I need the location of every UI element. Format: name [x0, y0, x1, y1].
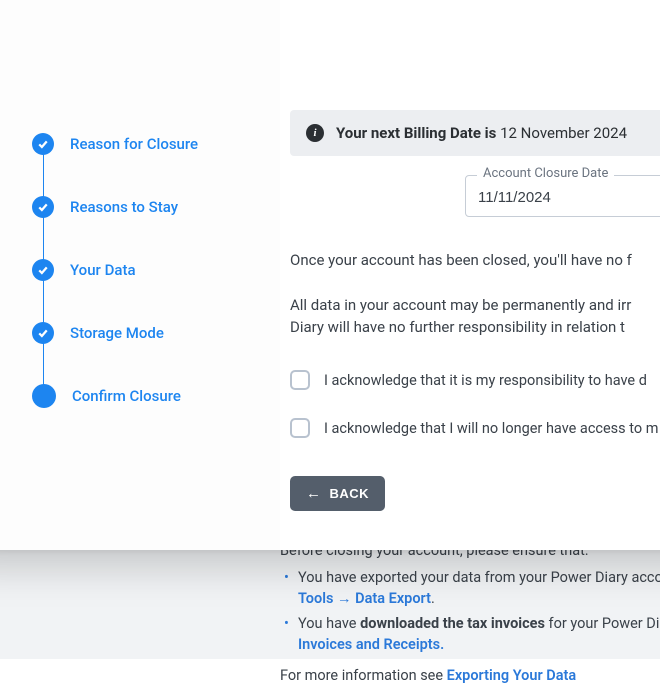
- check-icon: [32, 259, 54, 281]
- step-label: Confirm Closure: [72, 387, 181, 405]
- step-label: Your Data: [70, 261, 136, 279]
- banner-text: Your next Billing Date is 12 November 20…: [336, 124, 627, 142]
- ack-no-access-row: I acknowledge that I will no longer have…: [290, 418, 658, 438]
- confirm-panel: Confirm Please confirm your a i Your nex…: [280, 0, 660, 550]
- step-storage-mode[interactable]: Storage Mode: [32, 301, 280, 364]
- ack-responsibility-label: I acknowledge that it is my responsibili…: [324, 372, 647, 389]
- info-icon: i: [306, 124, 324, 142]
- step-reason-for-closure[interactable]: Reason for Closure: [32, 112, 280, 175]
- step-label: Reasons to Stay: [70, 198, 178, 216]
- page-subtitle: Please confirm your a: [490, 56, 660, 74]
- bg-link-data-export[interactable]: Tools → Data Export: [298, 590, 431, 607]
- ack-no-access-label: I acknowledge that I will no longer have…: [324, 420, 658, 437]
- check-icon: [32, 196, 54, 218]
- background-help-text: Before closing your account, please ensu…: [280, 540, 660, 686]
- bg-more-info: For more information see Exporting Your …: [280, 665, 660, 686]
- back-button-label: BACK: [330, 486, 370, 501]
- bg-bullet-1-text: You have exported your data from your Po…: [298, 569, 660, 586]
- ack-no-access-checkbox[interactable]: [290, 418, 310, 438]
- page-title: Confirm: [540, 15, 660, 43]
- close-account-modal: Reason for Closure Reasons to Stay Your …: [0, 0, 660, 550]
- current-step-icon: [32, 384, 56, 408]
- step-reasons-to-stay[interactable]: Reasons to Stay: [32, 175, 280, 238]
- closure-date-label: Account Closure Date: [477, 166, 614, 181]
- check-icon: [32, 133, 54, 155]
- closure-date-input[interactable]: [478, 189, 660, 206]
- step-your-data[interactable]: Your Data: [32, 238, 280, 301]
- bg-link-invoices[interactable]: Invoices and Receipts.: [298, 636, 444, 653]
- bg-bullet-1: You have exported your data from your Po…: [298, 567, 660, 609]
- billing-info-banner: i Your next Billing Date is 12 November …: [290, 110, 660, 156]
- step-confirm-closure[interactable]: Confirm Closure: [32, 364, 280, 427]
- bg-bullet-2: You have downloaded the tax invoices for…: [298, 613, 660, 655]
- ack-responsibility-checkbox[interactable]: [290, 370, 310, 390]
- closure-paragraph-2: All data in your account may be permanen…: [290, 295, 660, 339]
- check-icon: [32, 322, 54, 344]
- bg-link-exporting[interactable]: Exporting Your Data: [447, 667, 577, 684]
- arrow-left-icon: ←: [306, 486, 322, 501]
- step-label: Storage Mode: [70, 324, 164, 342]
- closure-date-field: Account Closure Date: [465, 175, 660, 217]
- back-button[interactable]: ← BACK: [290, 476, 385, 511]
- ack-responsibility-row: I acknowledge that it is my responsibili…: [290, 370, 647, 390]
- closure-paragraph-1: Once your account has been closed, you'l…: [290, 250, 660, 272]
- step-label: Reason for Closure: [70, 135, 198, 153]
- stepper: Reason for Closure Reasons to Stay Your …: [0, 0, 280, 550]
